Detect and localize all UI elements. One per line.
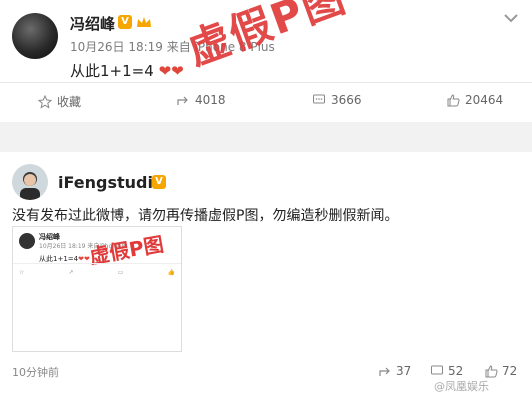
embedded-text-content: 从此1+1=4	[39, 255, 79, 263]
embedded-actions: ☆ ↗ ▭ 👍	[19, 269, 175, 276]
repost-button[interactable]: 37	[378, 364, 411, 378]
favorite-button[interactable]: 收藏	[38, 93, 81, 110]
star-icon	[38, 94, 52, 109]
thumbs-up-icon: 👍	[167, 269, 175, 276]
comment-icon	[431, 365, 443, 375]
feed-gap	[0, 122, 532, 152]
favorite-label: 收藏	[57, 95, 82, 109]
repost-button[interactable]: 4018	[176, 93, 226, 107]
like-count: 72	[502, 364, 518, 378]
avatar[interactable]	[12, 13, 58, 59]
repost-icon	[379, 367, 390, 376]
avatar	[19, 233, 35, 249]
watermark: @凤凰娱乐	[434, 380, 489, 393]
comment-icon: ▭	[117, 269, 124, 276]
divider	[0, 82, 532, 83]
thumbs-up-icon	[447, 94, 460, 107]
post-username[interactable]: iFengstudio	[58, 173, 164, 192]
heart-icon: ❤❤	[78, 255, 90, 263]
post-time: 10分钟前	[12, 366, 59, 379]
like-count: 20464	[465, 93, 504, 107]
embedded-image[interactable]: 冯绍峰 10月26日 18:19 来自iPhone 8 从此1+1=4❤❤ 虚假…	[12, 226, 182, 352]
post-text-content: 从此1+1=4	[70, 62, 154, 80]
heart-icon: ❤❤	[158, 62, 184, 80]
comment-button[interactable]: 3666	[312, 93, 362, 107]
comment-icon	[313, 94, 325, 104]
verified-badge: V	[118, 15, 132, 29]
member-crown-icon	[136, 14, 152, 28]
like-button[interactable]: 72	[484, 364, 517, 378]
post-username[interactable]: 冯绍峰	[70, 13, 115, 34]
verified-badge: V	[152, 175, 166, 189]
repost-icon	[177, 96, 188, 105]
divider	[13, 263, 181, 264]
like-button[interactable]: 20464	[446, 93, 503, 107]
comment-button[interactable]: 52	[430, 364, 463, 378]
repost-icon: ↗	[68, 269, 74, 276]
post-text: 从此1+1=4 ❤❤	[70, 60, 184, 81]
star-icon: ☆	[19, 269, 25, 276]
comment-count: 3666	[331, 93, 362, 107]
post-text: 没有发布过此微博，请勿再传播虚假P图，勿编造秒删假新闻。	[12, 208, 399, 224]
chevron-down-icon[interactable]	[502, 10, 520, 24]
comment-count: 52	[448, 364, 464, 378]
username-label: iFengstudio	[58, 173, 164, 192]
avatar[interactable]	[12, 164, 48, 200]
repost-count: 37	[396, 364, 412, 378]
repost-count: 4018	[195, 93, 226, 107]
username-label: 冯绍峰	[70, 15, 116, 33]
thumbs-up-icon	[485, 365, 498, 378]
